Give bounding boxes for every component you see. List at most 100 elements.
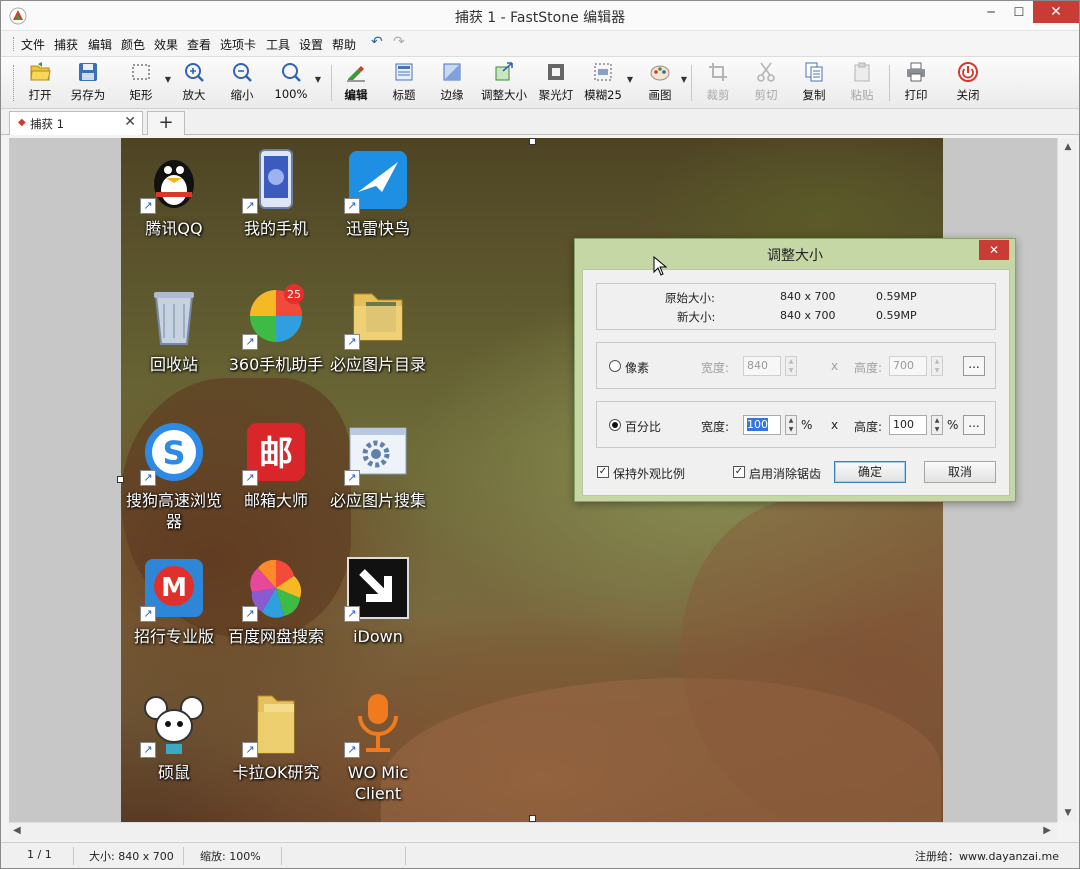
desktop-icon-label: 必应图片目录	[329, 355, 426, 374]
status-separator	[73, 847, 74, 865]
menu-effects[interactable]: 效果	[154, 36, 178, 53]
percent-radio[interactable]	[609, 419, 621, 431]
tab-close-icon[interactable]: ✕	[124, 114, 136, 130]
percent-width-stepper[interactable]: ▲ ▼	[785, 415, 797, 435]
cut-button[interactable]: 剪切	[749, 61, 783, 105]
print-label: 打印	[904, 88, 928, 102]
cut-label: 剪切	[754, 88, 778, 102]
zoom-in-button[interactable]: 放大	[177, 61, 211, 105]
draw-palette-icon	[650, 65, 670, 81]
desktop-icon-mail-master: 邮 ↗ 邮箱大师	[221, 420, 331, 511]
desktop-icon-cmb-bank: M ↗ 招行专业版	[121, 556, 229, 647]
pixel-times: x	[831, 359, 839, 373]
maximize-button[interactable]: ☐	[1005, 1, 1033, 23]
blur-dropdown-arrow[interactable]: ▼	[627, 75, 633, 84]
zoom-level-button[interactable]: 100% ▼	[271, 61, 321, 105]
zoom-out-button[interactable]: 缩小	[225, 61, 259, 105]
draw-label: 画图	[648, 88, 672, 102]
percent-width-value: 100	[747, 418, 768, 431]
close-window-button[interactable]: ✕	[1033, 1, 1079, 23]
save-as-button[interactable]: 另存为	[65, 61, 111, 105]
save-disk-icon	[79, 63, 97, 81]
paste-button[interactable]: 粘贴	[845, 61, 879, 105]
zoom-dropdown-arrow[interactable]: ▼	[315, 75, 321, 84]
keep-aspect-checkbox[interactable]: ✓	[597, 466, 609, 478]
spotlight-button[interactable]: 聚光灯	[537, 61, 575, 105]
redo-icon[interactable]: ↷	[393, 34, 405, 50]
pixel-height-input[interactable]: 700	[889, 356, 927, 376]
scroll-right-icon[interactable]: ▶	[1043, 825, 1051, 836]
paint-edit-icon	[347, 66, 365, 82]
pixel-width-stepper[interactable]: ▲ ▼	[785, 356, 797, 376]
pixel-option-label: 像素	[625, 361, 650, 375]
percent-browse-button[interactable]: ...	[963, 415, 985, 435]
menu-tabs[interactable]: 选项卡	[220, 36, 256, 53]
desktop-icon-label: 卡拉OK研究	[232, 763, 320, 782]
undo-icon[interactable]: ↶	[371, 34, 383, 50]
rectangle-dropdown-arrow[interactable]: ▼	[165, 75, 171, 84]
editor-window: 捕获 1 - FastStone 编辑器 ─ ☐ ✕ 文件 捕获 编辑 颜色 效…	[0, 0, 1080, 869]
crop-button[interactable]: 裁剪	[701, 61, 735, 105]
menu-tools[interactable]: 工具	[266, 36, 290, 53]
pixel-width-input[interactable]: 840	[743, 356, 781, 376]
pixel-radio[interactable]	[609, 360, 621, 372]
resize-icon	[495, 62, 513, 81]
menu-capture[interactable]: 捕获	[54, 36, 78, 53]
menu-help[interactable]: 帮助	[332, 36, 356, 53]
tab-capture-1[interactable]: ◆ 捕获 1 ✕	[9, 111, 143, 135]
menu-file[interactable]: 文件	[21, 36, 45, 53]
menu-settings[interactable]: 设置	[299, 36, 323, 53]
status-separator	[281, 847, 282, 865]
vertical-scrollbar[interactable]: ▲ ▼	[1057, 138, 1077, 822]
rectangle-select-button[interactable]: 矩形 ▼	[121, 61, 171, 105]
new-size-value: 840 x 700	[780, 309, 836, 322]
printer-icon	[907, 62, 925, 82]
desktop-icon-baidu-pan-search: ↗ 百度网盘搜索	[221, 556, 331, 647]
menu-view[interactable]: 查看	[187, 36, 211, 53]
keep-aspect-label: 保持外观比例	[613, 467, 686, 481]
copy-label: 复制	[802, 88, 826, 102]
draw-dropdown-arrow[interactable]: ▼	[681, 75, 687, 84]
minimize-button[interactable]: ─	[977, 1, 1005, 23]
open-button[interactable]: 打开	[21, 61, 59, 105]
edge-label: 边缘	[440, 88, 464, 102]
scroll-down-icon[interactable]: ▼	[1058, 808, 1078, 818]
print-button[interactable]: 打印	[899, 61, 933, 105]
menu-grip	[13, 37, 15, 51]
cancel-button[interactable]: 取消	[924, 461, 996, 483]
mouse-cursor-icon	[653, 256, 667, 276]
horizontal-scrollbar[interactable]: ◀ ▶	[9, 822, 1057, 840]
copy-button[interactable]: 复制	[797, 61, 831, 105]
ok-button[interactable]: 确定	[834, 461, 906, 483]
desktop-icon-label: 必应图片搜集	[329, 491, 426, 510]
percent-width-input[interactable]: 100	[743, 415, 781, 435]
status-bar: 1 / 1 大小: 840 x 700 缩放: 100% 注册给：www.day…	[1, 842, 1079, 868]
edit-button[interactable]: 编辑	[339, 61, 373, 105]
resize-button[interactable]: 调整大小	[479, 61, 529, 105]
caption-button[interactable]: 标题	[387, 61, 421, 105]
menu-color[interactable]: 颜色	[121, 36, 145, 53]
percent-height-stepper[interactable]: ▲ ▼	[931, 415, 943, 435]
antialias-checkbox[interactable]: ✓	[733, 466, 745, 478]
percent-height-input[interactable]: 100	[889, 415, 927, 435]
percent-height-value: 100	[893, 418, 914, 431]
shortcut-arrow-icon: ↗	[344, 470, 360, 486]
pixel-height-stepper[interactable]: ▲ ▼	[931, 356, 943, 376]
menu-edit[interactable]: 编辑	[88, 36, 112, 53]
status-separator	[405, 847, 406, 865]
scroll-left-icon[interactable]: ◀	[13, 825, 21, 836]
edge-button[interactable]: 边缘	[435, 61, 469, 105]
dialog-close-button[interactable]: ✕	[979, 240, 1009, 260]
scroll-up-icon[interactable]: ▲	[1058, 142, 1078, 152]
desktop-icon-label: 迅雷快鸟	[345, 219, 410, 238]
resize-handle-bottom[interactable]	[529, 815, 536, 822]
zoom-in-label: 放大	[182, 88, 206, 102]
pixel-browse-button[interactable]: ...	[963, 356, 985, 376]
blur-button[interactable]: 模糊25 ▼	[583, 61, 633, 105]
draw-button[interactable]: 画图 ▼	[643, 61, 687, 105]
resize-handle-left[interactable]	[117, 476, 124, 483]
new-tab-button[interactable]: +	[147, 111, 185, 135]
resize-handle-top[interactable]	[529, 138, 536, 145]
close-image-button[interactable]: 关闭	[951, 61, 985, 105]
desktop-icon-label: 邮箱大师	[243, 491, 308, 510]
